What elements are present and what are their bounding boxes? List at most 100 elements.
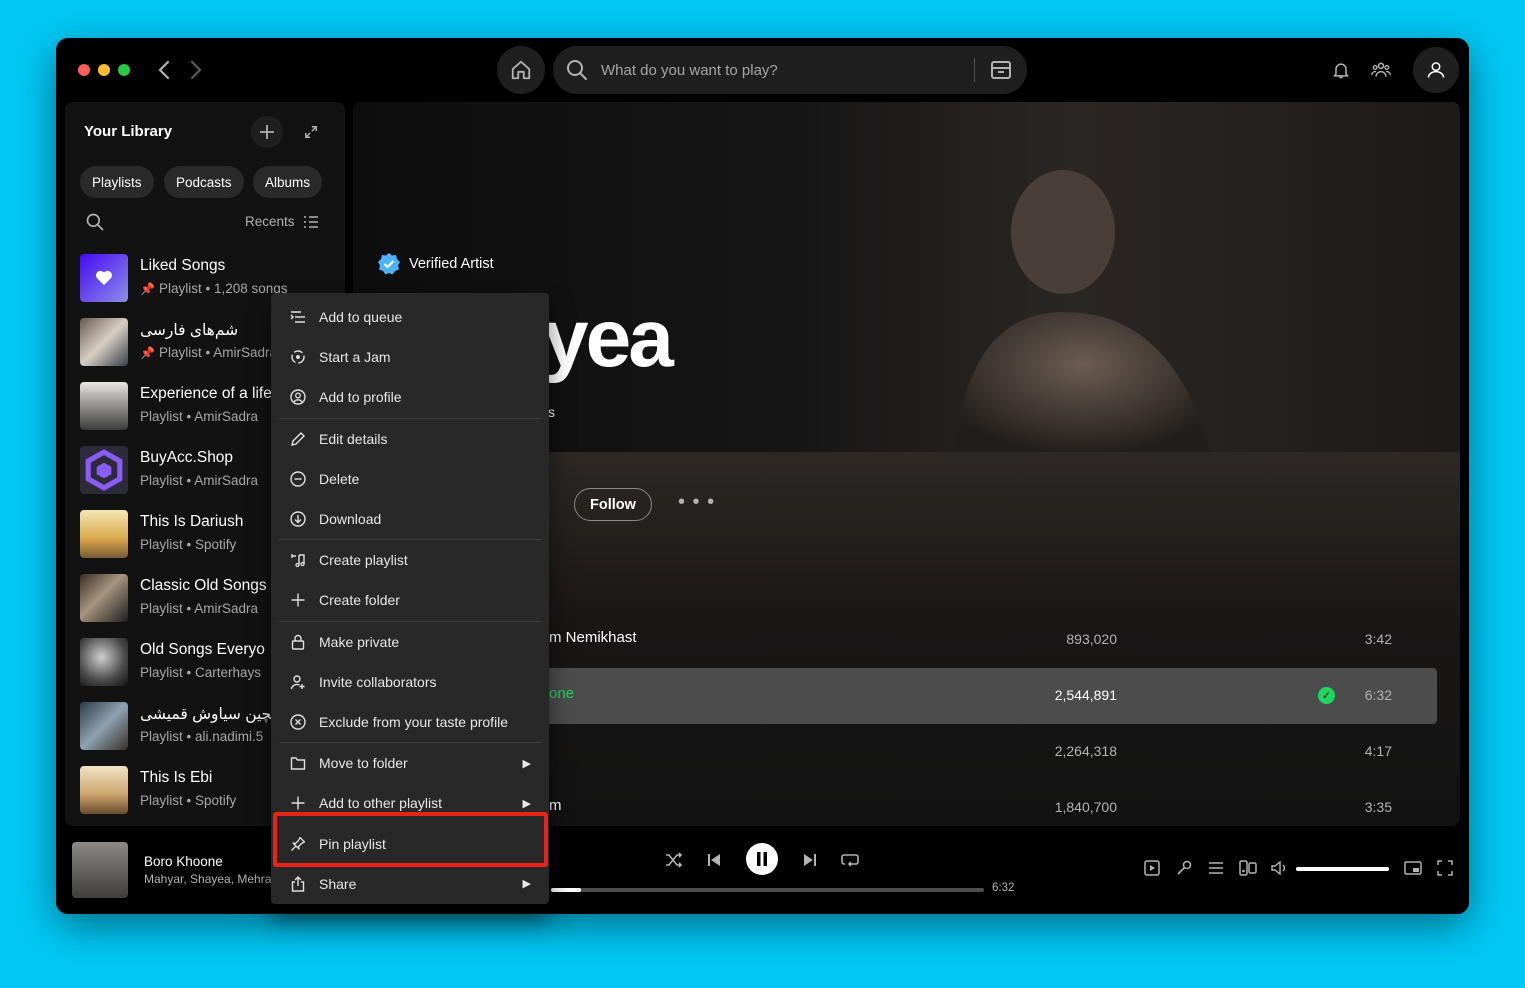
menu-item-share[interactable]: Share ▶ (275, 864, 545, 904)
library-item-subtitle: Playlist • Spotify (140, 793, 237, 808)
filter-chip-podcasts[interactable]: Podcasts (164, 166, 244, 198)
search-bar[interactable]: What do you want to play? (553, 46, 1027, 94)
library-item-subtitle: Playlist • Spotify (140, 537, 237, 552)
plus-icon (289, 794, 307, 812)
library-item-subtitle: Playlist • ali.nadimi.5 (140, 729, 264, 744)
menu-item-download[interactable]: Download (275, 499, 545, 539)
menu-item-add-to-profile[interactable]: Add to profile (275, 377, 545, 417)
music-note-icon (289, 551, 307, 569)
share-icon (289, 875, 307, 893)
sort-recents-button[interactable]: Recents (245, 214, 319, 229)
more-options-icon[interactable]: • • • (678, 491, 715, 514)
library-item-subtitle: Playlist • AmirSadra (140, 473, 259, 488)
minimize-window-button[interactable] (98, 64, 110, 76)
forward-arrow-icon[interactable] (182, 56, 210, 84)
volume-icon[interactable] (1270, 858, 1290, 878)
now-playing-bar: Boro Khoone Mahyar, Shayea, Mehrad 6:32 (56, 826, 1469, 914)
pin-icon (289, 835, 307, 853)
library-item-name: BuyAcc.Shop (140, 449, 234, 466)
playback-progress-fill (551, 888, 582, 892)
app-window: What do you want to play? Your Library P… (56, 38, 1469, 914)
menu-item-start-a-jam[interactable]: Start a Jam (275, 337, 545, 377)
track-title: m Nemikhast (549, 629, 637, 646)
menu-item-add-to-queue[interactable]: Add to queue (275, 297, 545, 337)
track-title: one (549, 685, 575, 702)
saved-check-icon[interactable]: ✓ (1318, 687, 1335, 704)
person-add-icon (289, 673, 307, 691)
home-button[interactable] (497, 46, 545, 94)
next-track-icon[interactable] (794, 844, 826, 876)
pause-button[interactable] (746, 843, 778, 875)
home-icon (511, 60, 531, 80)
filter-chip-albums[interactable]: Albums (253, 166, 323, 198)
jam-icon (289, 348, 307, 366)
filter-chip-playlists[interactable]: Playlists (80, 166, 154, 198)
plus-icon (289, 591, 307, 609)
library-title[interactable]: Your Library (84, 123, 172, 140)
artist-name: yea (543, 293, 674, 384)
playlist-cover-image (80, 702, 128, 750)
connect-device-icon[interactable] (1238, 858, 1258, 878)
library-item-name: شم‌های فارسی (140, 322, 239, 339)
pinned-icon: 📌 (140, 345, 155, 360)
menu-item-delete[interactable]: Delete (275, 459, 545, 499)
search-input[interactable]: What do you want to play? (601, 62, 974, 79)
track-plays: 2,544,891 (1054, 687, 1117, 703)
profile-icon (289, 388, 307, 406)
menu-item-make-private[interactable]: Make private (275, 622, 545, 662)
queue-icon[interactable] (1206, 858, 1226, 878)
now-playing-artists[interactable]: Mahyar, Shayea, Mehrad (144, 872, 278, 886)
fullscreen-icon[interactable] (1435, 858, 1455, 878)
menu-item-edit-details[interactable]: Edit details (275, 419, 545, 459)
now-playing-view-icon[interactable] (1142, 858, 1162, 878)
track-title: m (549, 797, 562, 814)
folder-icon (289, 754, 307, 772)
lyrics-icon[interactable] (1174, 858, 1194, 878)
library-item-name: Classic Old Songs (140, 577, 267, 594)
lock-icon (289, 633, 307, 651)
track-duration: 6:32 (1364, 687, 1392, 703)
playlist-cover-image (80, 766, 128, 814)
friend-activity-icon[interactable] (1369, 58, 1393, 82)
user-profile-button[interactable] (1413, 47, 1459, 93)
verified-check-icon (378, 253, 400, 275)
submenu-arrow-icon: ▶ (522, 757, 531, 770)
menu-item-create-playlist[interactable]: Create playlist (275, 540, 545, 580)
shuffle-icon[interactable] (658, 844, 690, 876)
library-search-icon[interactable] (85, 212, 107, 234)
library-item-subtitle: 📌 Playlist • 1,208 songs (140, 281, 288, 296)
playback-progress-bar[interactable] (551, 888, 984, 892)
liked-songs-heart-icon (80, 254, 128, 302)
back-arrow-icon[interactable] (150, 56, 178, 84)
track-plays: 1,840,700 (1054, 799, 1117, 815)
monthly-listeners: s (548, 404, 555, 420)
follow-button[interactable]: Follow (574, 488, 652, 521)
browse-icon[interactable] (975, 58, 1027, 82)
library-item-name: This Is Ebi (140, 769, 213, 786)
exclude-icon (289, 713, 307, 731)
notifications-bell-icon[interactable] (1329, 58, 1353, 82)
track-duration: 3:42 (1364, 631, 1392, 647)
minus-circle-icon (289, 470, 307, 488)
expand-library-icon[interactable] (297, 118, 325, 146)
menu-item-create-folder[interactable]: Create folder (275, 580, 545, 620)
create-plus-icon[interactable] (251, 116, 283, 148)
menu-item-add-to-other-playlist[interactable]: Add to other playlist ▶ (275, 783, 545, 823)
top-bar: What do you want to play? (56, 38, 1469, 102)
track-duration: 3:35 (1364, 799, 1392, 815)
close-window-button[interactable] (78, 64, 90, 76)
previous-track-icon[interactable] (698, 844, 730, 876)
miniplayer-icon[interactable] (1403, 858, 1423, 878)
now-playing-cover[interactable] (72, 842, 128, 898)
menu-item-exclude-taste-profile[interactable]: Exclude from your taste profile (275, 702, 545, 742)
volume-slider-fill (1296, 867, 1389, 871)
library-item-subtitle: Playlist • AmirSadra (140, 409, 259, 424)
menu-item-move-to-folder[interactable]: Move to folder ▶ (275, 743, 545, 783)
volume-slider[interactable] (1296, 867, 1389, 871)
repeat-icon[interactable] (834, 844, 866, 876)
maximize-window-button[interactable] (118, 64, 130, 76)
menu-item-invite-collaborators[interactable]: Invite collaborators (275, 662, 545, 702)
library-item-subtitle: Playlist • Carterhays (140, 665, 262, 680)
menu-item-pin-playlist[interactable]: Pin playlist (275, 823, 545, 863)
now-playing-title[interactable]: Boro Khoone (144, 854, 223, 869)
